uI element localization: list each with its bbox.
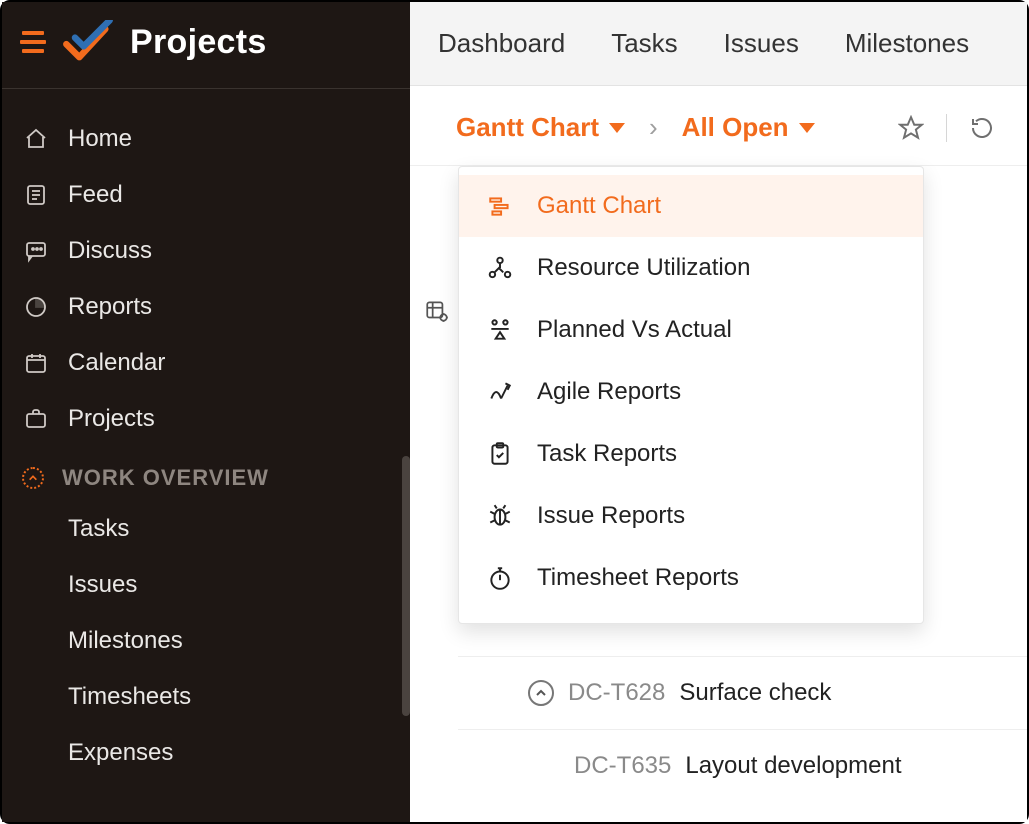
menu-item-agile-reports[interactable]: Agile Reports — [459, 361, 923, 423]
sidebar-item-calendar[interactable]: Calendar — [2, 335, 410, 391]
agile-icon — [485, 377, 515, 407]
menu-item-planned-vs-actual[interactable]: Planned Vs Actual — [459, 299, 923, 361]
task-title: Layout development — [685, 752, 901, 780]
sidebar-sub-issues[interactable]: Issues — [2, 557, 410, 613]
column-settings-button[interactable] — [424, 298, 450, 329]
sidebar-item-discuss[interactable]: Discuss — [2, 223, 410, 279]
feed-icon — [22, 181, 50, 209]
tab-milestones[interactable]: Milestones — [845, 28, 969, 59]
reports-icon — [22, 293, 50, 321]
sidebar-sub-milestones[interactable]: Milestones — [2, 613, 410, 669]
sidebar-item-label: Projects — [68, 405, 155, 433]
sidebar: Projects Home Feed Discuss Reports — [2, 2, 410, 822]
sidebar-item-label: Reports — [68, 293, 152, 321]
topbar: Dashboard Tasks Issues Milestones — [410, 2, 1027, 86]
balance-icon — [485, 315, 515, 345]
task-row[interactable]: DC-T628 Surface check — [458, 656, 1027, 729]
refresh-button[interactable] — [967, 113, 997, 143]
tab-tasks[interactable]: Tasks — [611, 28, 677, 59]
task-icon — [485, 439, 515, 469]
task-code: DC-T635 — [574, 752, 671, 780]
sidebar-nav: Home Feed Discuss Reports Calendar — [2, 89, 410, 781]
menu-item-timesheet-reports[interactable]: Timesheet Reports — [459, 547, 923, 609]
sidebar-item-projects[interactable]: Projects — [2, 391, 410, 447]
sidebar-sub-timesheets[interactable]: Timesheets — [2, 669, 410, 725]
briefcase-icon — [22, 405, 50, 433]
bug-icon — [485, 501, 515, 531]
sidebar-item-reports[interactable]: Reports — [2, 279, 410, 335]
sidebar-section-work-overview[interactable]: WORK OVERVIEW — [2, 447, 410, 501]
collapse-icon — [22, 467, 44, 489]
tab-issues[interactable]: Issues — [724, 28, 799, 59]
menu-item-label: Task Reports — [537, 440, 677, 468]
sidebar-item-label: Feed — [68, 181, 123, 209]
menu-item-resource-utilization[interactable]: Resource Utilization — [459, 237, 923, 299]
menu-item-label: Resource Utilization — [537, 254, 750, 282]
task-rows: DC-T628 Surface check DC-T635 Layout dev… — [458, 656, 1027, 802]
toolbar-divider — [946, 114, 947, 142]
gantt-icon — [485, 191, 515, 221]
view-dropdown-menu: Gantt Chart Resource Utilization Planned… — [458, 166, 924, 624]
chevron-right-icon: › — [639, 112, 668, 143]
menu-icon[interactable] — [22, 31, 46, 53]
menu-item-label: Agile Reports — [537, 378, 681, 406]
menu-item-label: Gantt Chart — [537, 192, 661, 220]
menu-item-label: Planned Vs Actual — [537, 316, 732, 344]
filter-dropdown[interactable]: All Open — [682, 112, 815, 143]
task-code: DC-T628 — [568, 679, 665, 707]
app-title: Projects — [130, 23, 267, 62]
sidebar-item-label: Discuss — [68, 237, 152, 265]
menu-item-gantt-chart[interactable]: Gantt Chart — [459, 175, 923, 237]
sidebar-item-home[interactable]: Home — [2, 111, 410, 167]
app-logo-icon — [60, 20, 116, 64]
sidebar-item-label: Calendar — [68, 349, 165, 377]
collapse-icon[interactable] — [528, 680, 554, 706]
menu-item-task-reports[interactable]: Task Reports — [459, 423, 923, 485]
favorite-button[interactable] — [896, 113, 926, 143]
calendar-icon — [22, 349, 50, 377]
menu-item-label: Issue Reports — [537, 502, 685, 530]
home-icon — [22, 125, 50, 153]
filter-dropdown-label: All Open — [682, 112, 789, 143]
sidebar-sub-tasks[interactable]: Tasks — [2, 501, 410, 557]
sidebar-item-label: Home — [68, 125, 132, 153]
tab-dashboard[interactable]: Dashboard — [438, 28, 565, 59]
sidebar-sub-expenses[interactable]: Expenses — [2, 725, 410, 781]
view-dropdown-label: Gantt Chart — [456, 112, 599, 143]
sidebar-header: Projects — [2, 2, 410, 89]
menu-item-label: Timesheet Reports — [537, 564, 739, 592]
task-title: Surface check — [679, 679, 831, 707]
sidebar-section-label: WORK OVERVIEW — [62, 465, 269, 491]
resource-icon — [485, 253, 515, 283]
view-dropdown[interactable]: Gantt Chart — [456, 112, 625, 143]
toolbar: Gantt Chart › All Open — [410, 86, 1027, 166]
caret-down-icon — [799, 123, 815, 133]
content: Gantt Chart Resource Utilization Planned… — [410, 166, 1027, 822]
main: Dashboard Tasks Issues Milestones Gantt … — [410, 2, 1027, 822]
stopwatch-icon — [485, 563, 515, 593]
menu-item-issue-reports[interactable]: Issue Reports — [459, 485, 923, 547]
sidebar-item-feed[interactable]: Feed — [2, 167, 410, 223]
sidebar-scrollbar[interactable] — [402, 456, 410, 716]
discuss-icon — [22, 237, 50, 265]
task-row[interactable]: DC-T635 Layout development — [458, 729, 1027, 802]
caret-down-icon — [609, 123, 625, 133]
